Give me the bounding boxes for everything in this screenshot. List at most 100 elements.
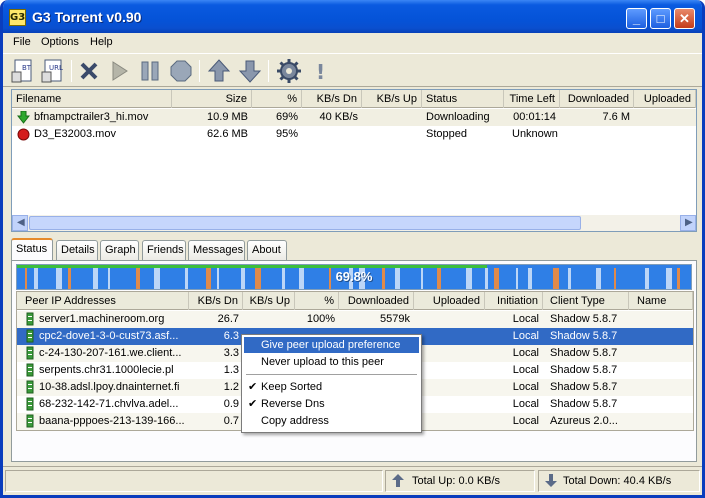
ctx-reverse-dns[interactable]: ✔ Reverse Dns xyxy=(244,396,419,412)
peer-client: Shadow 5.8.7 xyxy=(550,313,618,325)
col-peer-initiation[interactable]: Initiation xyxy=(485,292,543,310)
peer-up xyxy=(243,311,295,328)
col-peer-dn[interactable]: KB/s Dn xyxy=(189,292,243,310)
torrent-size: 62.6 MB xyxy=(207,128,248,140)
peer-ip: c-24-130-207-161.we.client... xyxy=(39,347,182,359)
maximize-icon: □ xyxy=(656,11,665,26)
new-torrent-button[interactable]: BT xyxy=(11,58,37,84)
col-peer-ip[interactable]: Peer IP Addresses xyxy=(17,292,189,310)
settings-button[interactable] xyxy=(276,58,302,84)
tab-messages[interactable]: Messages xyxy=(188,240,245,260)
peer-client: Shadow 5.8.7 xyxy=(550,381,618,393)
col-filename[interactable]: Filename xyxy=(12,90,172,108)
progress-label: 69.8% xyxy=(335,269,373,284)
peer-uploaded xyxy=(414,345,485,362)
tab-details[interactable]: Details xyxy=(56,240,98,260)
check-icon: ✔ xyxy=(248,381,258,393)
peer-name xyxy=(629,379,693,396)
ctx-keep-sorted[interactable]: ✔ Keep Sorted xyxy=(244,379,419,395)
piece-map: 69.8% xyxy=(16,264,692,290)
torrent-row[interactable]: bfnampctrailer3_hi.mov 10.9 MB 69% 40 KB… xyxy=(12,109,696,126)
torrent-time-left: Unknown xyxy=(512,128,558,140)
status-bar: Total Up: 0.0 KB/s Total Down: 40.4 KB/s xyxy=(3,466,702,495)
col-peer-uploaded[interactable]: Uploaded xyxy=(414,292,485,310)
torrent-pct: 95% xyxy=(275,128,298,140)
peer-name xyxy=(629,413,693,430)
col-peer-name[interactable]: Name xyxy=(629,292,693,310)
menu-options[interactable]: Options xyxy=(41,36,79,48)
window-title: G3 Torrent v0.90 xyxy=(32,9,142,25)
peer-uploaded xyxy=(414,396,485,413)
ctx-reverse-dns-label: Reverse Dns xyxy=(261,398,325,410)
peer-dn: 1.2 xyxy=(223,381,239,393)
peer-ip: serpents.chr31.1000lecie.pl xyxy=(39,364,174,376)
move-up-button[interactable] xyxy=(206,58,232,84)
peer-client: Shadow 5.8.7 xyxy=(550,398,618,410)
title-bar[interactable]: G3 G3 Torrent v0.90 _ □ ✕ xyxy=(3,0,702,33)
tab-status[interactable]: Status xyxy=(11,238,53,261)
peer-init: Local xyxy=(512,398,539,410)
menu-help[interactable]: Help xyxy=(90,36,113,48)
peer-dn: 0.9 xyxy=(223,398,239,410)
move-down-button[interactable] xyxy=(237,58,263,84)
peer-dn: 26.7 xyxy=(217,313,239,325)
menu-bar: File Options Help xyxy=(3,33,702,53)
torrent-status: Downloading xyxy=(426,111,490,123)
tab-friends[interactable]: Friends xyxy=(142,240,186,260)
scroll-right-button[interactable]: ▶ xyxy=(680,215,696,231)
col-kbs-dn[interactable]: KB/s Dn xyxy=(302,90,362,108)
total-up-text: Total Up: 0.0 KB/s xyxy=(412,475,501,487)
close-icon: ✕ xyxy=(679,11,690,26)
peer-dn: 0.7 xyxy=(223,415,239,427)
col-size[interactable]: Size xyxy=(172,90,252,108)
torrent-uploaded xyxy=(634,109,696,126)
toolbar-separator xyxy=(199,60,200,82)
col-peer-client[interactable]: Client Type xyxy=(543,292,629,310)
ctx-separator xyxy=(246,374,417,375)
scroll-left-icon: ◀ xyxy=(17,217,25,228)
torrent-filename: bfnampctrailer3_hi.mov xyxy=(34,111,149,123)
ctx-never-upload[interactable]: Never upload to this peer xyxy=(244,354,419,370)
minimize-button[interactable]: _ xyxy=(626,8,647,29)
col-kbs-up[interactable]: KB/s Up xyxy=(362,90,422,108)
total-down-text: Total Down: 40.4 KB/s xyxy=(563,475,672,487)
tab-graph[interactable]: Graph xyxy=(100,240,139,260)
info-icon: ! xyxy=(316,60,325,84)
info-button[interactable]: ! xyxy=(307,58,333,84)
col-status[interactable]: Status xyxy=(422,90,504,108)
col-pct[interactable]: % xyxy=(252,90,302,108)
scroll-left-button[interactable]: ◀ xyxy=(12,215,28,231)
horizontal-scrollbar[interactable]: ◀ ▶ xyxy=(12,215,696,231)
stop-button[interactable] xyxy=(168,58,194,84)
col-uploaded[interactable]: Uploaded xyxy=(634,90,696,108)
tab-about[interactable]: About xyxy=(247,240,287,260)
peer-ip: cpc2-dove1-3-0-cust73.asf... xyxy=(39,330,179,342)
col-peer-up[interactable]: KB/s Up xyxy=(243,292,295,310)
torrent-status: Stopped xyxy=(426,128,467,140)
start-button[interactable] xyxy=(106,58,132,84)
url-torrent-button[interactable]: URL xyxy=(41,58,67,84)
maximize-button[interactable]: □ xyxy=(650,8,671,29)
check-icon: ✔ xyxy=(248,398,258,410)
app-logo-icon: G3 xyxy=(9,9,26,26)
ctx-copy-address[interactable]: Copy address xyxy=(244,413,419,429)
menu-file[interactable]: File xyxy=(13,36,31,48)
col-downloaded[interactable]: Downloaded xyxy=(560,90,634,108)
peer-row[interactable]: server1.machineroom.org 26.7 100% 5579k Loca… xyxy=(17,311,693,328)
col-peer-downloaded[interactable]: Downloaded xyxy=(339,292,414,310)
torrent-row[interactable]: D3_E32003.mov 62.6 MB 95% Stopped Unknow… xyxy=(12,126,696,143)
move-up-icon xyxy=(207,59,231,82)
info-glyph: ! xyxy=(316,60,325,84)
move-down-icon xyxy=(238,60,262,83)
ctx-keep-sorted-label: Keep Sorted xyxy=(261,381,323,393)
pause-button[interactable] xyxy=(137,58,163,84)
remove-button[interactable] xyxy=(76,58,102,84)
close-button[interactable]: ✕ xyxy=(674,8,695,29)
toolbar-separator xyxy=(71,60,72,82)
peer-client: Shadow 5.8.7 xyxy=(550,364,618,376)
col-peer-pct[interactable]: % xyxy=(295,292,339,310)
col-time-left[interactable]: Time Left xyxy=(504,90,560,108)
ctx-give-preference[interactable]: Give peer upload preference xyxy=(244,337,419,353)
peer-uploaded xyxy=(414,311,485,328)
scroll-thumb[interactable] xyxy=(29,216,581,230)
